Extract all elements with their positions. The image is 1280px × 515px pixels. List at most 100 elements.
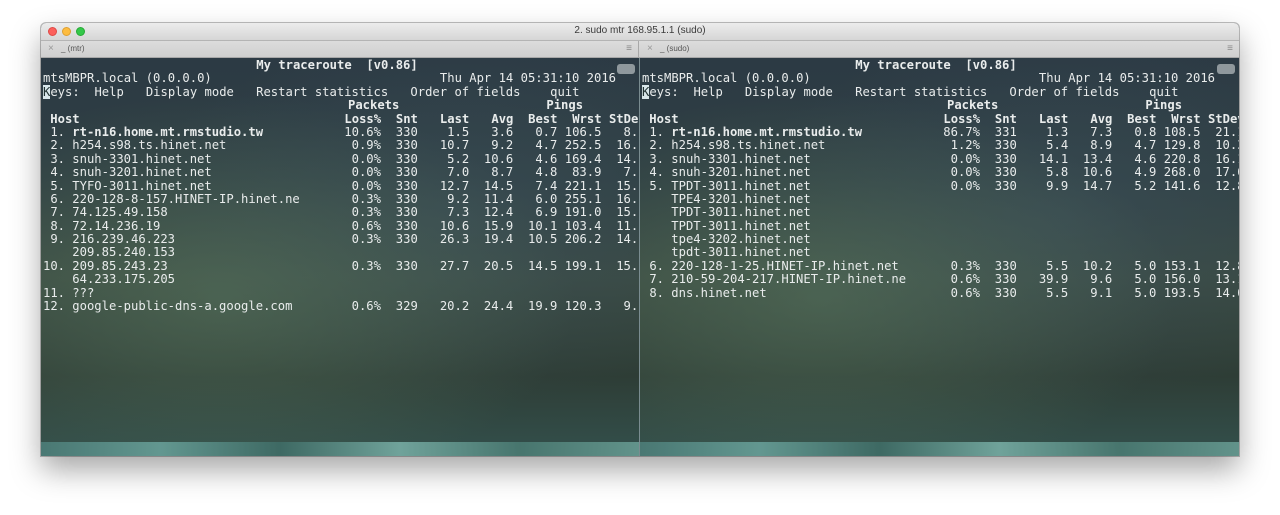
hop-host: 216.239.46.223 bbox=[72, 232, 176, 247]
app-title: My traceroute [v0.86] bbox=[855, 58, 1017, 72]
column-header: Best bbox=[1127, 111, 1157, 126]
hamburger-menu-icon[interactable]: ≡ bbox=[1227, 41, 1233, 57]
hop-loss: 0.0% bbox=[351, 165, 381, 180]
terminal-pane-right[interactable]: My traceroute [v0.86] mtsMBPR.local (0.0.… bbox=[640, 58, 1239, 456]
hop-stdev: 15.3 bbox=[616, 258, 639, 273]
close-tab-icon[interactable]: × bbox=[48, 41, 54, 57]
hop-best: 5.2 bbox=[1134, 178, 1157, 193]
hop-wrst: 156.0 bbox=[1163, 272, 1201, 287]
hop-last: 1.3 bbox=[1046, 124, 1069, 139]
hop-snt: 330 bbox=[395, 178, 418, 193]
hop-snt: 330 bbox=[395, 205, 418, 220]
close-tab-icon[interactable]: × bbox=[647, 41, 653, 57]
key-item[interactable]: Display mode bbox=[745, 85, 855, 99]
hop-host: TPDT-3011.hinet.net bbox=[671, 205, 811, 220]
hop-wrst: 103.4 bbox=[564, 218, 602, 233]
hop-number: 2. bbox=[649, 138, 664, 153]
tab-label: _ (mtr) bbox=[61, 44, 85, 53]
key-item[interactable]: Order of fields bbox=[410, 85, 550, 99]
column-header: Last bbox=[439, 111, 470, 126]
hop-wrst: 169.4 bbox=[564, 151, 602, 166]
hop-row: 64.233.175.205 bbox=[43, 272, 639, 286]
key-item[interactable]: Restart statistics bbox=[855, 85, 1009, 99]
key-item[interactable]: Order of fields bbox=[1009, 85, 1149, 99]
hop-avg: 11.4 bbox=[483, 191, 514, 206]
hop-number: 3. bbox=[50, 151, 65, 166]
hop-host: tpdt-3011.hinet.net bbox=[671, 245, 811, 260]
local-host: mtsMBPR.local (0.0.0.0) bbox=[43, 71, 212, 86]
key-item[interactable]: Display mode bbox=[146, 85, 256, 99]
hop-host: 72.14.236.19 bbox=[72, 218, 161, 233]
hop-avg: 9.6 bbox=[1090, 272, 1113, 287]
key-item[interactable]: Help bbox=[94, 85, 145, 99]
hop-last: 5.4 bbox=[1046, 138, 1069, 153]
hop-number: 3. bbox=[649, 151, 664, 166]
column-header-line: Host Loss% Snt Last Avg Best Wrst StDev bbox=[43, 111, 639, 126]
hop-stdev: 10.3 bbox=[1215, 138, 1239, 153]
hop-snt: 330 bbox=[994, 178, 1017, 193]
hop-loss: 0.3% bbox=[351, 232, 381, 247]
key-item[interactable]: quit bbox=[1149, 85, 1193, 99]
hop-snt: 330 bbox=[395, 124, 418, 139]
hop-number: 9. bbox=[50, 232, 65, 247]
hop-loss: 0.3% bbox=[351, 191, 381, 206]
app-title: My traceroute [v0.86] bbox=[256, 58, 418, 72]
hop-wrst: 255.1 bbox=[564, 191, 602, 206]
hop-last: 39.9 bbox=[1038, 272, 1069, 287]
hop-host: dns.hinet.net bbox=[671, 285, 767, 300]
hop-row: 5. TPDT-3011.hinet.net 0.0% 330 9.9 14.7 5.2 14… bbox=[642, 178, 1239, 193]
hop-stdev: 11.6 bbox=[616, 218, 639, 233]
hop-snt: 330 bbox=[994, 258, 1017, 273]
hop-best: 4.6 bbox=[1134, 151, 1157, 166]
column-header: Avg bbox=[1090, 111, 1113, 126]
hop-host: TPDT-3011.hinet.net bbox=[671, 178, 811, 193]
hop-avg: 14.7 bbox=[1082, 178, 1113, 193]
hop-best: 5.0 bbox=[1134, 258, 1157, 273]
key-item[interactable]: Help bbox=[693, 85, 744, 99]
hop-number: 10. bbox=[43, 258, 66, 273]
key-item[interactable]: quit bbox=[550, 85, 594, 99]
hop-wrst: 206.2 bbox=[564, 232, 602, 247]
column-header: Host bbox=[50, 111, 80, 126]
hop-snt: 330 bbox=[994, 138, 1017, 153]
hop-row: 3. snuh-3301.hinet.net 0.0% 330 5.2 10.6 4.6 16… bbox=[43, 151, 639, 166]
hop-avg: 15.9 bbox=[483, 218, 514, 233]
keys-label: eys: bbox=[649, 84, 679, 99]
hop-last: 10.6 bbox=[439, 218, 470, 233]
hop-best: 7.4 bbox=[535, 178, 558, 193]
hop-number: 5. bbox=[649, 178, 664, 193]
column-header: StDev bbox=[608, 111, 639, 126]
hop-last: 12.7 bbox=[439, 178, 470, 193]
timestamp: Thu Apr 14 05:31:10 2016 bbox=[1038, 71, 1215, 86]
hop-stdev: 16.1 bbox=[616, 191, 639, 206]
key-item[interactable]: Restart statistics bbox=[256, 85, 410, 99]
hop-best: 10.1 bbox=[528, 218, 558, 233]
hop-stdev: 21.1 bbox=[1215, 124, 1239, 139]
hop-avg: 7.3 bbox=[1090, 124, 1113, 139]
tab-bar: × _ (mtr) ≡ × _ (sudo) ≡ bbox=[41, 41, 1239, 58]
hop-wrst: 106.5 bbox=[564, 124, 602, 139]
tab-sudo[interactable]: × _ (sudo) ≡ bbox=[640, 41, 1239, 57]
hamburger-menu-icon[interactable]: ≡ bbox=[626, 41, 632, 57]
terminal-pane-left[interactable]: My traceroute [v0.86] mtsMBPR.local (0.0.… bbox=[41, 58, 639, 456]
column-header: Last bbox=[1038, 111, 1069, 126]
hop-number: 5. bbox=[50, 178, 65, 193]
hop-last: 20.2 bbox=[439, 299, 470, 314]
hop-last: 26.3 bbox=[439, 232, 470, 247]
column-header: Snt bbox=[994, 111, 1017, 126]
hop-number: 7. bbox=[649, 272, 664, 287]
hop-last: 5.5 bbox=[1046, 258, 1069, 273]
hop-loss: 0.6% bbox=[950, 285, 980, 300]
hop-loss: 10.6% bbox=[344, 124, 381, 139]
hop-best: 14.5 bbox=[528, 258, 558, 273]
timestamp: Thu Apr 14 05:31:10 2016 bbox=[439, 71, 616, 86]
hop-loss: 0.0% bbox=[950, 151, 980, 166]
title-bar: 2. sudo mtr 168.95.1.1 (sudo) bbox=[41, 23, 1239, 41]
hop-wrst: 199.1 bbox=[564, 258, 602, 273]
tab-mtr[interactable]: × _ (mtr) ≡ bbox=[41, 41, 639, 57]
hop-avg: 14.5 bbox=[483, 178, 514, 193]
title-line: My traceroute [v0.86] bbox=[642, 58, 1239, 72]
wallpaper-ground bbox=[41, 442, 639, 456]
hop-host: TPDT-3011.hinet.net bbox=[671, 218, 811, 233]
hop-loss: 0.3% bbox=[351, 205, 381, 220]
